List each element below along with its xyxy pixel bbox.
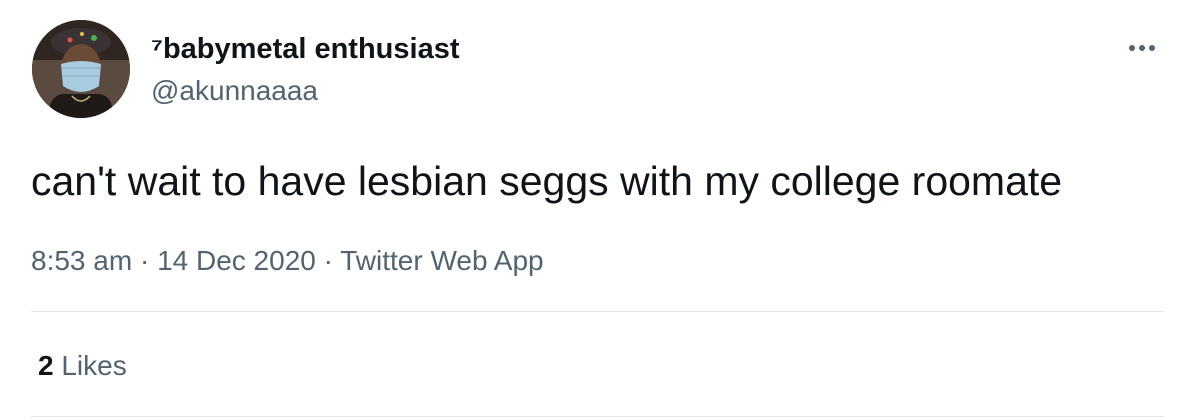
tweet-date[interactable]: 14 Dec 2020: [157, 245, 316, 276]
author-handle[interactable]: @akunnaaaa: [151, 73, 318, 109]
more-options-icon[interactable]: [1122, 34, 1162, 62]
likes-label: Likes: [61, 350, 127, 381]
divider: [31, 311, 1164, 312]
likes-count: 2: [38, 350, 54, 381]
tweet-time[interactable]: 8:53 am: [31, 245, 132, 276]
meta-separator: ·: [323, 245, 333, 276]
avatar-photo-icon: [32, 20, 130, 118]
user-avatar[interactable]: [32, 20, 130, 118]
tweet-source[interactable]: Twitter Web App: [340, 245, 543, 276]
tweet-text: can't wait to have lesbian seggs with my…: [31, 158, 1063, 204]
divider: [31, 416, 1164, 417]
meta-separator: ·: [139, 245, 150, 276]
tweet-metadata: 8:53 am · 14 Dec 2020 · Twitter Web App: [31, 243, 544, 279]
likes-stat[interactable]: 2 Likes: [38, 348, 127, 384]
author-display-name[interactable]: ⁷babymetal enthusiast: [151, 31, 460, 67]
tweet-card: ⁷babymetal enthusiast @akunnaaaa can't w…: [0, 0, 1194, 420]
